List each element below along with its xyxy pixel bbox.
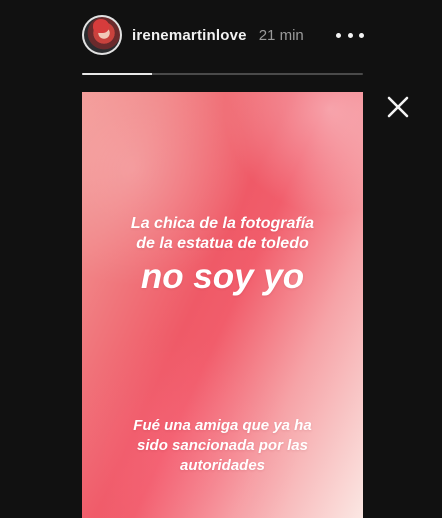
- story-card[interactable]: La chica de la fotografía de la estatua …: [82, 92, 363, 518]
- story-footer-line: autoridades: [179, 457, 266, 474]
- story-header: irenemartinlove 21 min: [82, 14, 364, 56]
- story-footer-line: Fué una amiga que ya ha: [133, 417, 312, 434]
- story-progress-fill: [82, 73, 153, 75]
- timestamp: 21 min: [258, 26, 304, 44]
- story-line: de la estatua de toledo: [136, 235, 309, 252]
- story-progress-track: [82, 73, 363, 75]
- story-headline: no soy yo: [140, 257, 305, 296]
- story-line: La chica de la fotografía: [130, 215, 315, 232]
- close-icon[interactable]: [385, 94, 411, 120]
- username[interactable]: irenemartinlove: [132, 27, 247, 44]
- more-dot: [336, 32, 341, 38]
- story-viewer: irenemartinlove 21 min La chica de la fo…: [0, 0, 442, 518]
- story-footer-line: sido sancionada por las: [137, 437, 308, 454]
- avatar[interactable]: [82, 15, 122, 55]
- more-menu-button[interactable]: [336, 27, 364, 43]
- more-dot: [347, 32, 353, 38]
- more-dot: [359, 32, 364, 38]
